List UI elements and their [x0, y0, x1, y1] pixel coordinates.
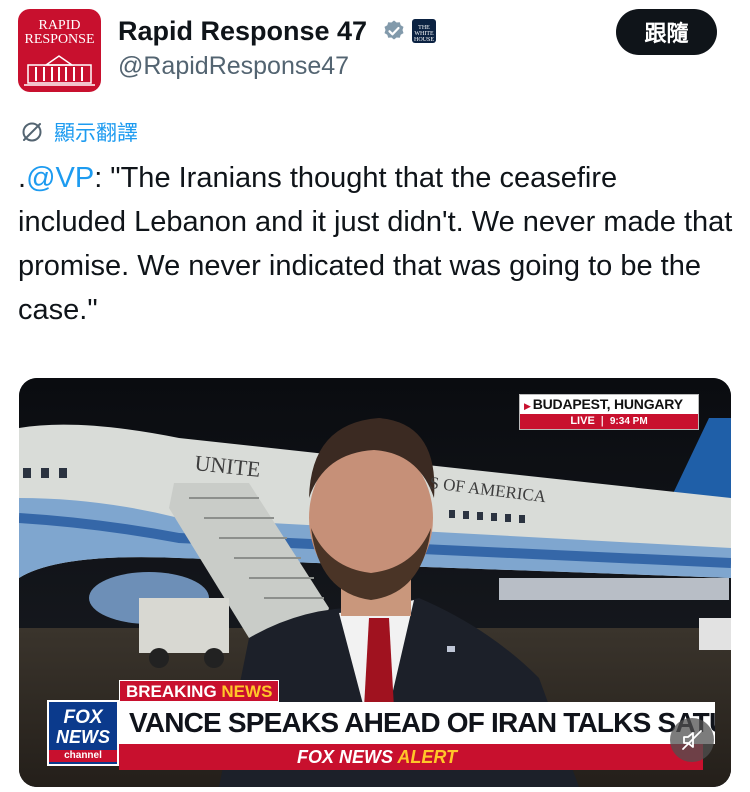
breaking-news-label: BREAKING NEWS — [119, 680, 280, 702]
live-text: LIVE — [570, 415, 595, 427]
show-translation-link[interactable]: 顯示翻譯 — [20, 117, 138, 147]
mute-icon — [682, 730, 702, 750]
live-bar: LIVE | 9:34 PM — [520, 414, 698, 429]
mute-toggle-button[interactable] — [670, 718, 714, 762]
tweet-body: : "The Iranians thought that the ceasefi… — [18, 162, 733, 326]
mention-link[interactable]: @VP — [26, 162, 94, 194]
logo-news: NEWS — [56, 727, 110, 747]
chyron-headline: VANCE SPEAKS AHEAD OF IRAN TALKS SATURDA… — [119, 702, 715, 744]
live-time: 9:34 PM — [609, 416, 648, 427]
account-name[interactable]: Rapid Response 47 — [118, 15, 367, 47]
alert-text: FOX NEWS ALERT — [297, 747, 457, 767]
breaking-text: BREAKING — [126, 682, 222, 701]
alert-alert: ALERT — [397, 747, 458, 767]
logo-fox: FOX — [63, 707, 103, 728]
location-bug: BUDAPEST, HUNGARY LIVE|9:34 PM — [519, 394, 699, 430]
avatar-text-rapid: RAPID — [38, 18, 81, 33]
white-house-icon — [24, 55, 95, 86]
breaking-news-text: NEWS — [221, 682, 273, 701]
account-handle[interactable]: @RapidResponse47 — [118, 51, 349, 81]
white-house-badge-icon: THE WHITE HOUSE — [412, 19, 436, 43]
follow-button[interactable]: 跟隨 — [616, 9, 717, 55]
account-avatar[interactable]: RAPID RESPONSE — [18, 9, 101, 92]
tweet-prefix: . — [18, 162, 27, 194]
logo-channel: channel — [49, 750, 117, 762]
translate-icon — [22, 122, 42, 142]
verified-icon — [384, 20, 404, 40]
video-player[interactable]: UNITE S OF AMERICA BUDAPEST, HUNGARY LIV… — [19, 378, 731, 787]
translate-label: 顯示翻譯 — [54, 121, 138, 145]
alert-fox-news: FOX NEWS — [297, 747, 398, 767]
badge-text-house: HOUSE — [413, 37, 434, 43]
tweet-text: .@VP: "The Iranians thought that the cea… — [18, 156, 733, 332]
fox-news-logo: FOX NEWS channel — [47, 700, 119, 766]
location-text: BUDAPEST, HUNGARY — [524, 396, 683, 412]
avatar-text-response: RESPONSE — [24, 32, 95, 47]
